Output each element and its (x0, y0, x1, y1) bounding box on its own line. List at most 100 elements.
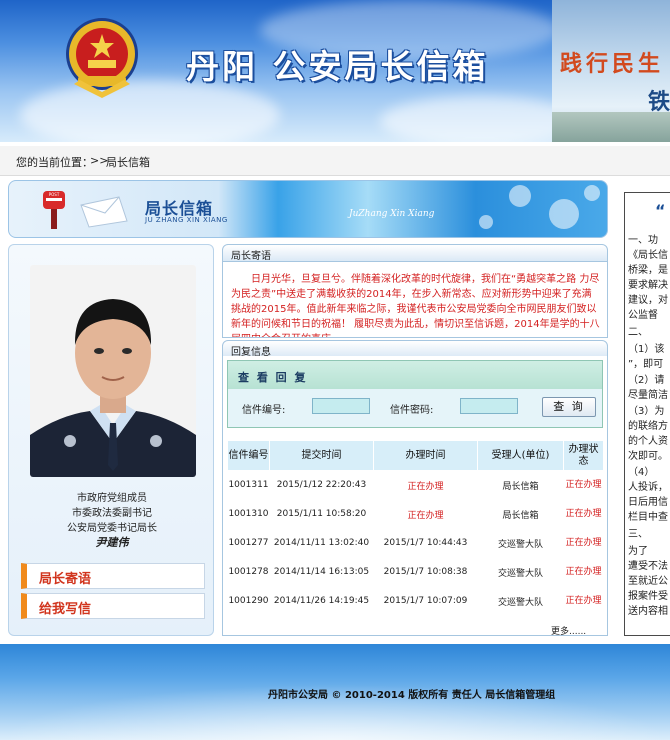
cell-letter-number: 1001311 (227, 470, 270, 500)
instructions-line: 遭受不法 (628, 561, 668, 572)
instructions-line: （3）为 (628, 406, 665, 417)
subbanner-pinyin: JU ZHANG XIN XIANG (145, 216, 228, 224)
table-row[interactable]: 1001278 2014/11/14 16:13:05 2015/1/7 10:… (227, 557, 604, 587)
director-profile-panel: 市政府党组成员 市委政法委副书记 公安局党委书记局长 尹建伟 局长寄语 给我写信 (8, 244, 214, 636)
cell-status: 正在办理 (563, 586, 604, 616)
instructions-line: 要求解决 (628, 280, 668, 291)
instructions-line: 报案件受 (628, 591, 668, 602)
column-header-letter-number: 信件编号 (227, 440, 270, 471)
cell-handled-time: 2015/1/7 10:07:09 (373, 586, 478, 616)
bubble-decoration (584, 185, 600, 201)
cell-handler: 交巡警大队 (477, 586, 564, 616)
site-title: 丹阳 公安局长信箱 (186, 47, 489, 86)
cloud-decoration (380, 96, 580, 142)
bubble-decoration (549, 199, 579, 229)
reply-query-title: 查 看 回 复 (238, 371, 308, 384)
instructions-line: 次即可。 (628, 451, 668, 462)
cell-submitted-time: 2015/1/11 10:58:20 (269, 499, 374, 529)
letter-number-input[interactable] (312, 398, 370, 414)
breadcrumb-current[interactable]: 局长信箱 (106, 154, 150, 170)
table-row[interactable]: 1001311 2015/1/12 22:20:43 正在办理 局长信箱 正在办… (227, 470, 604, 500)
cell-handler: 局长信箱 (477, 470, 564, 500)
more-link[interactable]: 更多...... (551, 624, 586, 637)
cell-letter-number: 1001278 (227, 557, 270, 587)
instructions-line: 为了 (628, 546, 648, 557)
reply-query-panel: 查 看 回 复 信件编号: 信件密码: 查 询 (227, 360, 603, 428)
bubble-decoration (509, 185, 531, 207)
page-root: 丹阳 公安局长信箱 践行民生 铁 您的当前位置： >> 局长信箱 POST 局长… (0, 0, 670, 740)
cell-handler: 交巡警大队 (477, 557, 564, 587)
message-section-title: 局长寄语 (231, 251, 271, 262)
breadcrumb: 您的当前位置： >> 局长信箱 (0, 146, 670, 176)
instructions-line: 建议，对 (628, 295, 668, 306)
instructions-line: 的联络方 (628, 421, 668, 432)
cell-handled-time: 正在办理 (373, 499, 478, 529)
header-banner: 丹阳 公安局长信箱 践行民生 铁 (0, 0, 670, 142)
cell-status: 正在办理 (563, 499, 604, 529)
reply-table-header-row: 信件编号 提交时间 办理时间 受理人(单位) 办理状态 (227, 440, 604, 471)
reply-table: 信件编号 提交时间 办理时间 受理人(单位) 办理状态 1001311 2015… (227, 440, 604, 616)
cell-submitted-time: 2015/1/12 22:20:43 (269, 470, 374, 500)
director-photo (30, 265, 196, 477)
cell-status: 正在办理 (563, 470, 604, 500)
instructions-line: （4） (628, 467, 655, 478)
instructions-line: （2）请 (628, 375, 665, 386)
menu-director-message[interactable]: 局长寄语 (21, 563, 205, 589)
instructions-line: 栏目中查 (628, 512, 668, 523)
instructions-line: 一、功 (628, 235, 658, 246)
instructions-line: 公监督 (628, 310, 658, 321)
cell-handled-time: 2015/1/7 10:44:43 (373, 528, 478, 558)
column-header-status: 办理状态 (563, 440, 604, 471)
letter-password-input[interactable] (460, 398, 518, 414)
query-button[interactable]: 查 询 (542, 397, 596, 417)
header-slogan: 践行民生 (560, 51, 665, 77)
reply-box: 查 看 回 复 信件编号: 信件密码: 查 询 信件编号 提交时间 办理时间 受… (222, 356, 608, 637)
director-message-text: 日月光华，旦复旦兮。伴随着深化改革的时代旋律，我们在“勇越突革之路 力尽为民之责… (231, 274, 600, 337)
cell-submitted-time: 2014/11/14 16:13:05 (269, 557, 374, 587)
subbanner-script-text: JuZhang Xin Xiang (349, 209, 435, 219)
envelope-icon (80, 196, 128, 228)
cell-handler: 局长信箱 (477, 499, 564, 529)
reply-query-header: 查 看 回 复 (228, 361, 602, 389)
cell-status: 正在办理 (563, 557, 604, 587)
menu-write-letter-label: 给我写信 (39, 602, 92, 617)
cell-letter-number: 1001277 (227, 528, 270, 558)
mailbox-post-label: POST (49, 192, 60, 197)
instructions-line: 《局长信 (628, 250, 668, 261)
cell-handled-time: 正在办理 (373, 470, 478, 500)
instructions-line: 至就近公 (628, 576, 668, 587)
footer: 丹阳市公安局 © 2010-2014 版权所有 责任人 局长信箱管理组 (0, 644, 670, 740)
menu-write-letter[interactable]: 给我写信 (21, 593, 205, 619)
menu-director-message-label: 局长寄语 (39, 572, 92, 587)
director-title-1: 市政府党组成员 (77, 493, 147, 504)
instructions-line: 三、 (628, 529, 648, 540)
instructions-line: 二、 (628, 327, 648, 338)
director-portrait-image (30, 265, 196, 477)
instructions-column: “ 一、功 《局长信 桥梁，是 要求解决 建议，对 公监督 二、 （1）该 ”，… (624, 192, 670, 636)
column-header-handled-time: 办理时间 (373, 440, 478, 471)
table-row[interactable]: 1001290 2014/11/26 14:19:45 2015/1/7 10:… (227, 586, 604, 616)
instructions-line: ”，即可 (628, 359, 664, 370)
police-emblem-icon (66, 18, 138, 98)
mailbox-icon: POST (43, 191, 65, 229)
letter-password-label: 信件密码: (390, 405, 434, 416)
column-header-submitted-time: 提交时间 (269, 440, 374, 471)
cell-letter-number: 1001290 (227, 586, 270, 616)
instructions-line: 日后用信 (628, 497, 668, 508)
cell-submitted-time: 2014/11/26 14:19:45 (269, 586, 374, 616)
footer-copyright: 丹阳市公安局 © 2010-2014 版权所有 责任人 局长信箱管理组 (268, 690, 556, 701)
director-name: 尹建伟 (95, 536, 129, 549)
reply-query-form: 信件编号: 信件密码: 查 询 (228, 389, 602, 427)
bubble-decoration (479, 215, 493, 229)
table-row[interactable]: 1001277 2014/11/11 13:02:40 2015/1/7 10:… (227, 528, 604, 558)
cell-handled-time: 2015/1/7 10:08:38 (373, 557, 478, 587)
instructions-line: 的个人资 (628, 436, 668, 447)
cell-submitted-time: 2014/11/11 13:02:40 (269, 528, 374, 558)
letter-number-label: 信件编号: (242, 405, 286, 416)
director-title-2: 市委政法委副书记 (72, 508, 152, 519)
table-row[interactable]: 1001310 2015/1/11 10:58:20 正在办理 局长信箱 正在办… (227, 499, 604, 529)
cell-handler: 交巡警大队 (477, 528, 564, 558)
instructions-line: （1）该 (628, 344, 665, 355)
breadcrumb-label: 您的当前位置： (16, 156, 93, 169)
instructions-quote-mark: “ (655, 201, 666, 220)
